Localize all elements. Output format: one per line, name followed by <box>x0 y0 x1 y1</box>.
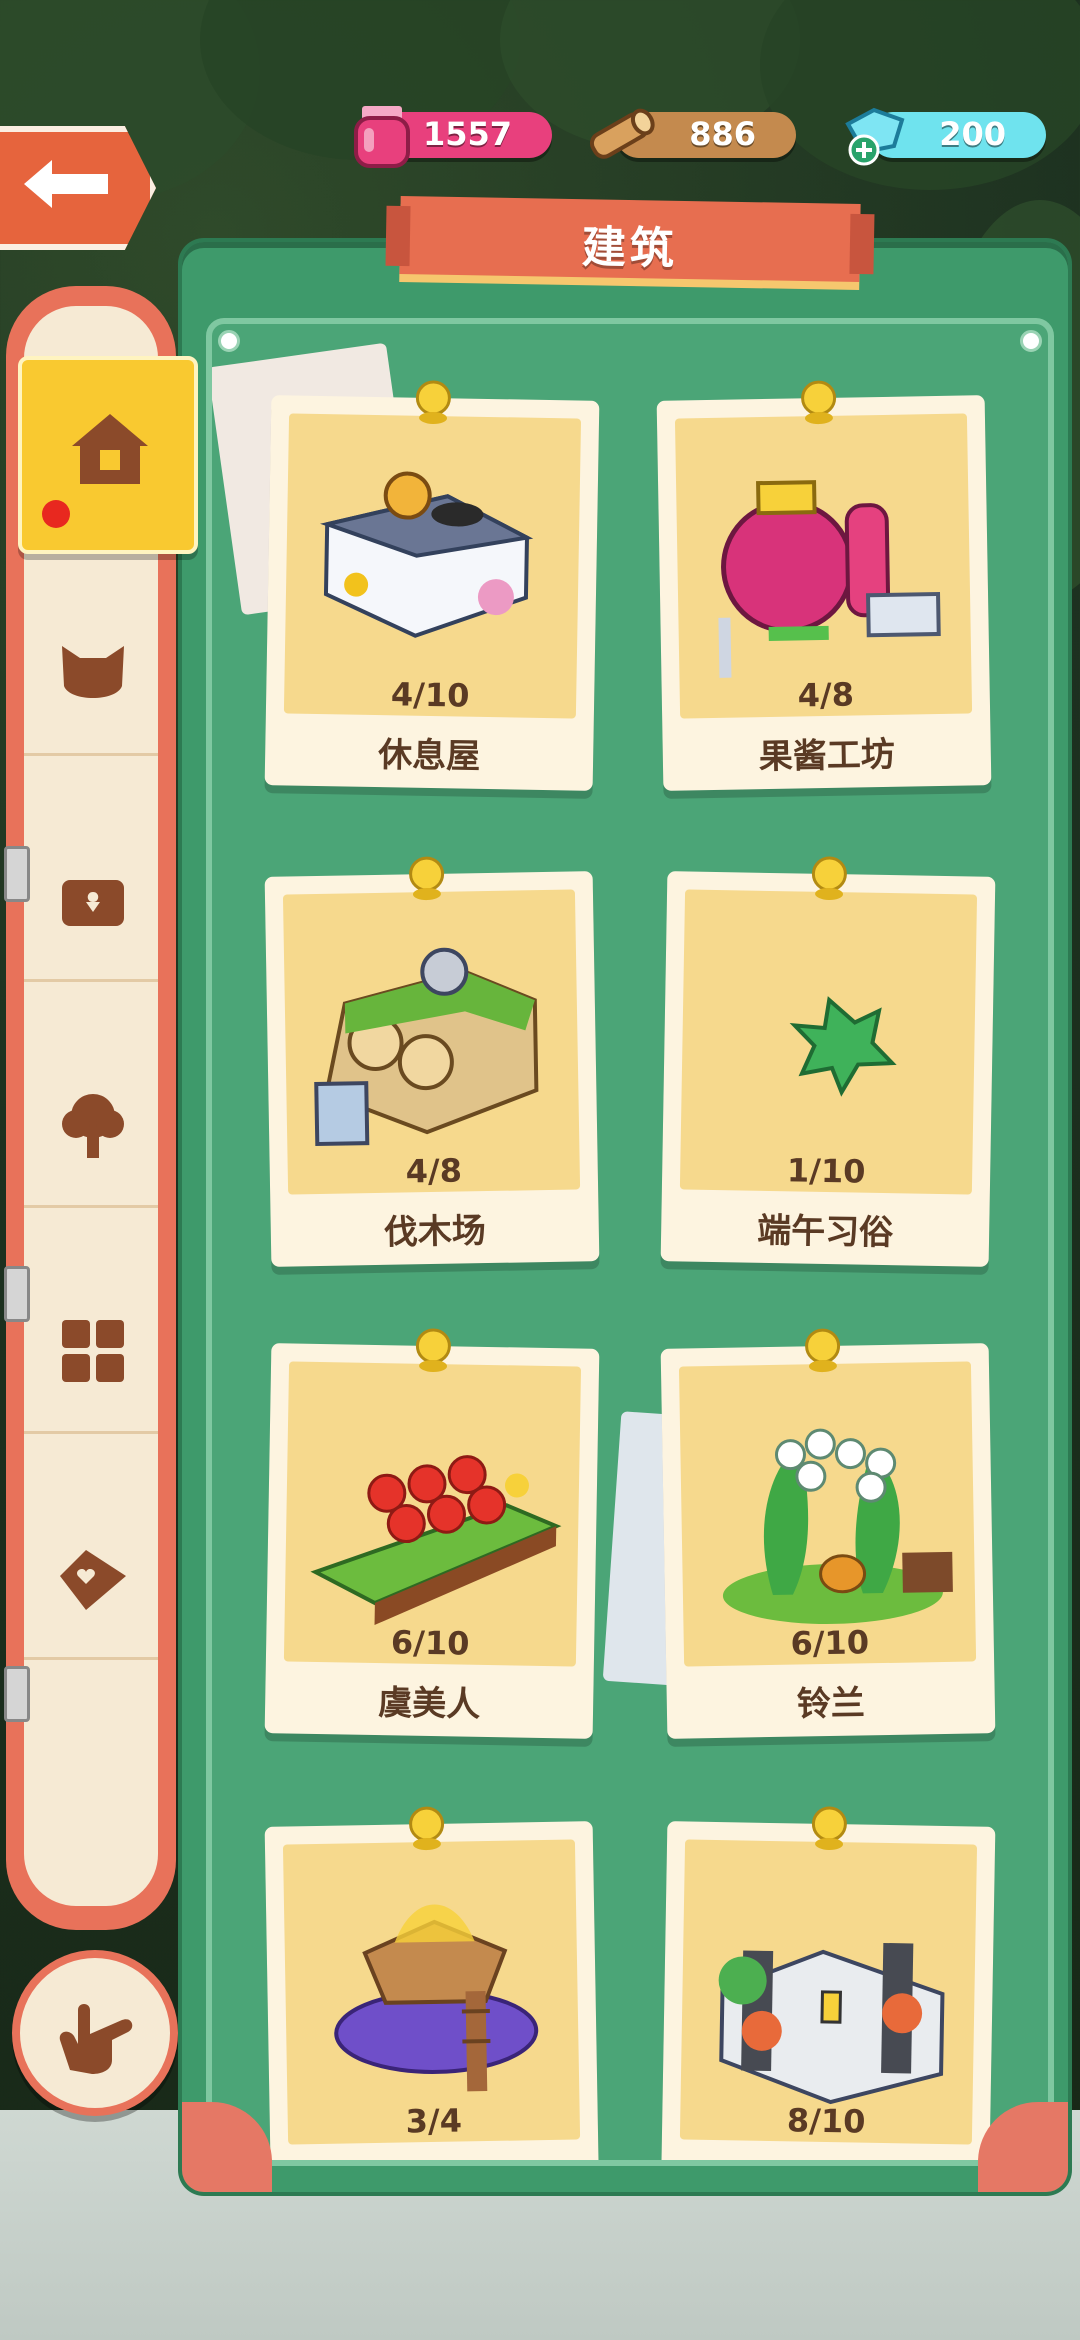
pushpin-icon <box>811 856 847 900</box>
building-count: 4/10 <box>390 675 470 715</box>
pushpin-icon <box>811 1806 847 1850</box>
gem-counter[interactable]: 200 <box>845 107 1046 166</box>
resource-bar: 1557 886 200 <box>0 106 1080 172</box>
tree-icon <box>62 1094 124 1158</box>
sidebar-item-cats[interactable] <box>24 576 158 756</box>
building-board[interactable]: 4/10 休息屋 4/8 果酱工坊 4/8 伐木场 1/10 端午习俗 6/10… <box>206 318 1054 2166</box>
building-name <box>662 2151 990 2157</box>
building-count: 6/10 <box>790 1623 870 1663</box>
crystal-plus-icon <box>845 107 905 166</box>
garden-wall-art <box>718 1942 945 2105</box>
building-name: 端午习俗 <box>756 1210 894 1254</box>
building-card-lily-of-valley[interactable]: 6/10 铃兰 <box>660 1328 996 1739</box>
building-count: 1/10 <box>786 1151 866 1191</box>
building-card-treehouse[interactable]: 3/4 <box>264 1806 600 2160</box>
pushpin-icon <box>415 380 451 424</box>
treehouse-art <box>334 1904 539 2092</box>
treasure-chest-icon <box>62 880 124 926</box>
rest-house-art <box>320 471 534 638</box>
page-title: 建筑 <box>581 222 679 275</box>
building-count: 4/8 <box>405 1151 463 1191</box>
lumber-yard-art <box>314 947 539 1147</box>
sidebar-item-chest[interactable] <box>24 802 158 982</box>
poppy-art <box>310 1455 562 1626</box>
leaf-art <box>789 996 897 1097</box>
sidebar-item-buildings[interactable] <box>18 356 198 554</box>
hand-action-button[interactable] <box>12 1950 178 2116</box>
gem-value: 200 <box>939 115 1006 153</box>
pushpin-icon <box>805 1328 841 1373</box>
wood-log-icon <box>589 108 655 159</box>
building-card-dragon-boat-custom[interactable]: 1/10 端午习俗 <box>660 856 996 1267</box>
pushpin-icon <box>415 1328 451 1372</box>
wood-value: 886 <box>689 115 756 153</box>
building-count: 4/8 <box>797 675 855 715</box>
sidebar-item-tiles[interactable] <box>24 1254 158 1434</box>
building-card-poppy[interactable]: 6/10 虞美人 <box>264 1328 600 1739</box>
building-panel: 4/10 休息屋 4/8 果酱工坊 4/8 伐木场 1/10 端午习俗 6/10… <box>182 242 1068 2192</box>
rivet-icon <box>218 330 240 352</box>
jam-counter[interactable]: 1557 <box>354 106 552 168</box>
building-count: 6/10 <box>390 1623 470 1663</box>
sidebar-item-tags[interactable] <box>24 1480 158 1660</box>
building-card-rest-house[interactable]: 4/10 休息屋 <box>264 380 600 791</box>
building-name: 伐木场 <box>383 1211 487 1253</box>
pointing-hand-icon <box>59 2004 133 2074</box>
building-count: 3/4 <box>405 2101 463 2141</box>
pushpin-icon <box>409 856 445 901</box>
cat-head-icon <box>62 646 124 698</box>
rivet-icon <box>1020 330 1042 352</box>
building-card-garden-wall[interactable]: 8/10 <box>660 1806 996 2160</box>
building-count: 8/10 <box>786 2101 866 2141</box>
title-banner: 建筑 <box>399 195 861 283</box>
jam-jar-icon <box>354 106 410 168</box>
jam-workshop-art <box>718 480 941 678</box>
building-name: 果酱工坊 <box>758 734 896 778</box>
sidebar-item-trees[interactable] <box>24 1028 158 1208</box>
wood-counter[interactable]: 886 <box>589 108 796 159</box>
tag-icon <box>60 1550 126 1610</box>
building-name: 休息屋 <box>377 735 481 777</box>
pushpin-icon <box>409 1806 445 1851</box>
notification-dot <box>42 500 70 528</box>
lily-of-valley-art <box>722 1428 953 1624</box>
jam-value: 1557 <box>422 115 512 153</box>
grid-icon <box>62 1320 124 1382</box>
pushpin-icon <box>801 380 837 425</box>
house-icon <box>72 414 148 484</box>
clip-icon <box>4 1666 30 1722</box>
building-card-jam-workshop[interactable]: 4/8 果酱工坊 <box>656 380 992 791</box>
building-card-lumber-yard[interactable]: 4/8 伐木场 <box>264 856 600 1267</box>
building-name: 铃兰 <box>796 1683 866 1725</box>
building-name: 虞美人 <box>377 1683 481 1725</box>
building-name <box>270 2151 598 2157</box>
